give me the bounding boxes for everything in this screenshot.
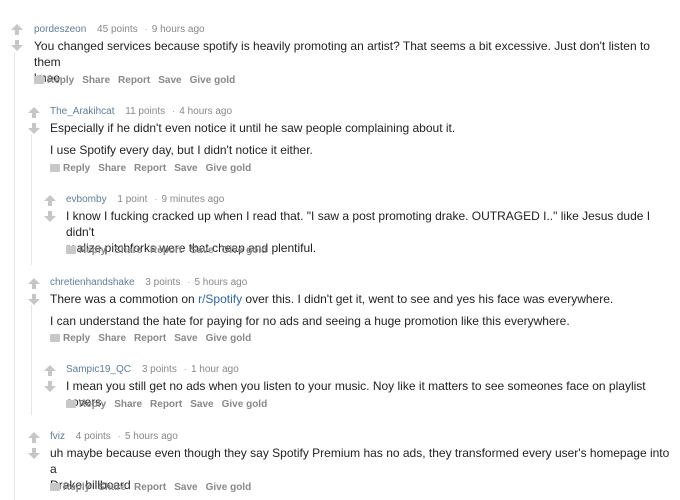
comment-actions: Reply Share Report Save Give gold — [50, 482, 259, 493]
score: 4 points — [75, 431, 111, 442]
comment-tagline: fviz 4 points · 5 hours ago — [50, 431, 178, 442]
author-link[interactable]: fviz — [50, 431, 65, 442]
upvote-arrow-icon[interactable] — [28, 432, 40, 443]
comment: fviz 4 points · 5 hours ago uh maybe beca… — [0, 0, 680, 500]
comment-text: uh maybe because even though they say Sp… — [50, 446, 670, 476]
timestamp: 5 hours ago — [124, 431, 178, 442]
report-button[interactable]: Report — [134, 482, 166, 493]
reply-button[interactable]: Reply — [50, 482, 90, 493]
share-button[interactable]: Share — [98, 482, 126, 493]
give-gold-button[interactable]: Give gold — [206, 482, 252, 493]
reply-icon — [50, 483, 60, 491]
downvote-arrow-icon[interactable] — [28, 448, 40, 459]
save-button[interactable]: Save — [174, 482, 197, 493]
